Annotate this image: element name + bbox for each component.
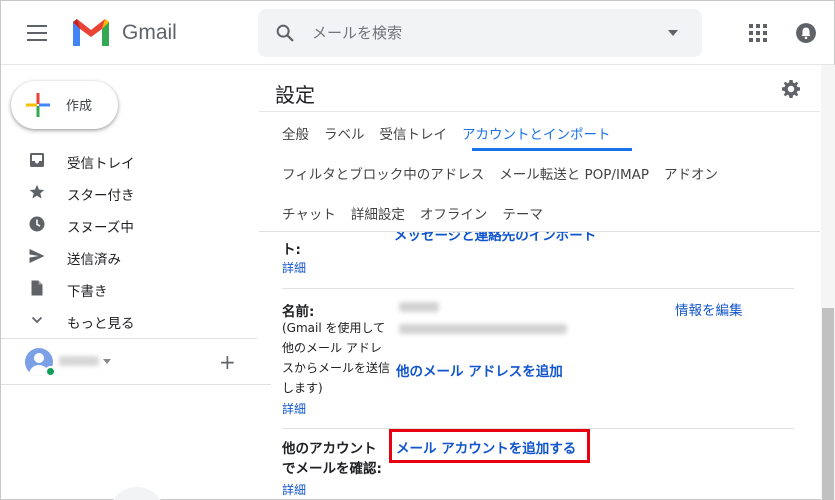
sidebar-item-label: 送信済み (67, 252, 121, 268)
sidebar-item-label: 下書き (67, 284, 108, 300)
name-section-description: (Gmail を使用して 他のメール アドレ スからメールを送信 します) (282, 318, 394, 398)
tab-general[interactable]: 全般 (282, 123, 309, 143)
search-input[interactable] (312, 19, 652, 47)
check-mail-section-label: 他のアカウント でメールを確認: (282, 439, 382, 479)
sidebar-item-sent[interactable]: 送信済み (1, 240, 256, 272)
sidebar-item-more[interactable]: もっと見る (1, 304, 256, 336)
sidebar-divider (1, 384, 271, 385)
search-icon[interactable] (274, 22, 296, 44)
tab-themes[interactable]: テーマ (502, 203, 543, 223)
compose-label: 作成 (66, 99, 93, 114)
search-options-dropdown-icon[interactable] (668, 30, 678, 36)
sidebar-item-inbox[interactable]: 受信トレイ (1, 144, 256, 176)
hangouts-user-row: + (1, 344, 257, 380)
page-title: 設定 (275, 83, 315, 107)
edit-info-link[interactable]: 情報を編集 (675, 299, 743, 319)
sidebar-item-label: もっと見る (67, 316, 135, 332)
sidebar-divider (1, 338, 257, 339)
check-mail-label-line: 他のアカウント (282, 441, 377, 457)
notifications-icon[interactable] (796, 23, 816, 43)
send-icon (29, 249, 45, 263)
section-divider (282, 288, 794, 289)
gear-icon[interactable] (781, 79, 801, 99)
tab-labels[interactable]: ラベル (324, 123, 365, 143)
sidebar-item-starred[interactable]: スター付き (1, 176, 256, 208)
add-mail-account-link[interactable]: メール アカウントを追加する (396, 437, 576, 457)
description-line: 他のメール アドレ (282, 341, 382, 355)
import-detail-link[interactable]: 詳細 (282, 259, 306, 276)
description-line: (Gmail を使用して (282, 321, 386, 335)
add-email-address-link[interactable]: 他のメール アドレスを追加 (396, 360, 563, 380)
blurred-user-name (59, 356, 99, 366)
tab-row-3: チャット 詳細設定 オフライン テーマ (282, 203, 558, 233)
tab-accounts-import[interactable]: アカウントとインポート (462, 123, 611, 143)
sidebar-item-snoozed[interactable]: スヌーズ中 (1, 208, 256, 240)
clock-icon (29, 216, 45, 232)
blurred-account-name (399, 302, 439, 312)
inbox-icon (30, 153, 44, 167)
sidebar-item-drafts[interactable]: 下書き (1, 272, 256, 304)
search-bar[interactable] (258, 9, 702, 57)
tab-addons[interactable]: アドオン (664, 163, 718, 183)
compose-plus-icon (26, 93, 50, 117)
menu-icon[interactable] (27, 25, 47, 41)
online-status-icon (45, 366, 56, 377)
sidebar-item-label: 受信トレイ (67, 156, 135, 172)
star-icon (29, 184, 45, 199)
add-contact-plus-icon[interactable]: + (219, 350, 236, 374)
gmail-logo-icon[interactable] (71, 16, 111, 48)
tab-advanced[interactable]: 詳細設定 (351, 203, 405, 223)
scrollbar-thumb[interactable] (822, 308, 834, 500)
caret-down-icon[interactable] (103, 359, 111, 364)
gmail-logo-text: Gmail (122, 21, 177, 44)
check-mail-label-line: でメールを確認: (282, 461, 382, 477)
blurred-account-email (399, 324, 567, 334)
top-header: Gmail (1, 1, 834, 65)
tab-filters-blocked[interactable]: フィルタとブロック中のアドレス (282, 163, 484, 183)
hangouts-avatar-placeholder (109, 487, 165, 500)
settings-main: 設定 全般 ラベル 受信トレイ アカウントとインポート フィルタとブロック中のアドレス… (259, 65, 820, 500)
draft-icon (31, 280, 43, 296)
tab-inbox[interactable]: 受信トレイ (380, 123, 448, 143)
sidebar-nav: 受信トレイ スター付き スヌーズ中 送信済み 下書き もっと見る (1, 144, 256, 336)
name-detail-link[interactable]: 詳細 (282, 400, 306, 417)
settings-tabs: 全般 ラベル 受信トレイ アカウントとインポート フィルタとブロック中のアドレス メール… (259, 112, 820, 233)
sidebar-item-label: スヌーズ中 (67, 220, 134, 236)
description-line: します) (282, 381, 323, 395)
chevron-down-icon (31, 316, 43, 324)
name-section-label: 名前: (282, 304, 315, 320)
apps-grid-icon[interactable] (749, 24, 767, 42)
import-section-label: ト: (282, 242, 301, 258)
tab-chat[interactable]: チャット (282, 203, 336, 223)
settings-content: メッセージと連絡先のインポート ト: 詳細 名前: (Gmail を使用して 他… (259, 232, 820, 500)
import-mail-contacts-link[interactable]: メッセージと連絡先のインポート (394, 232, 596, 244)
sidebar-item-label: スター付き (67, 188, 135, 204)
compose-button[interactable]: 作成 (11, 81, 118, 129)
tab-row-2: フィルタとブロック中のアドレス メール転送と POP/IMAP アドオン (282, 163, 733, 193)
tab-forwarding-pop-imap[interactable]: メール転送と POP/IMAP (499, 163, 649, 183)
tab-offline[interactable]: オフライン (420, 203, 488, 223)
check-mail-detail-link[interactable]: 詳細 (282, 481, 306, 498)
description-line: スからメールを送信 (282, 361, 391, 375)
active-tab-underline (472, 148, 632, 151)
